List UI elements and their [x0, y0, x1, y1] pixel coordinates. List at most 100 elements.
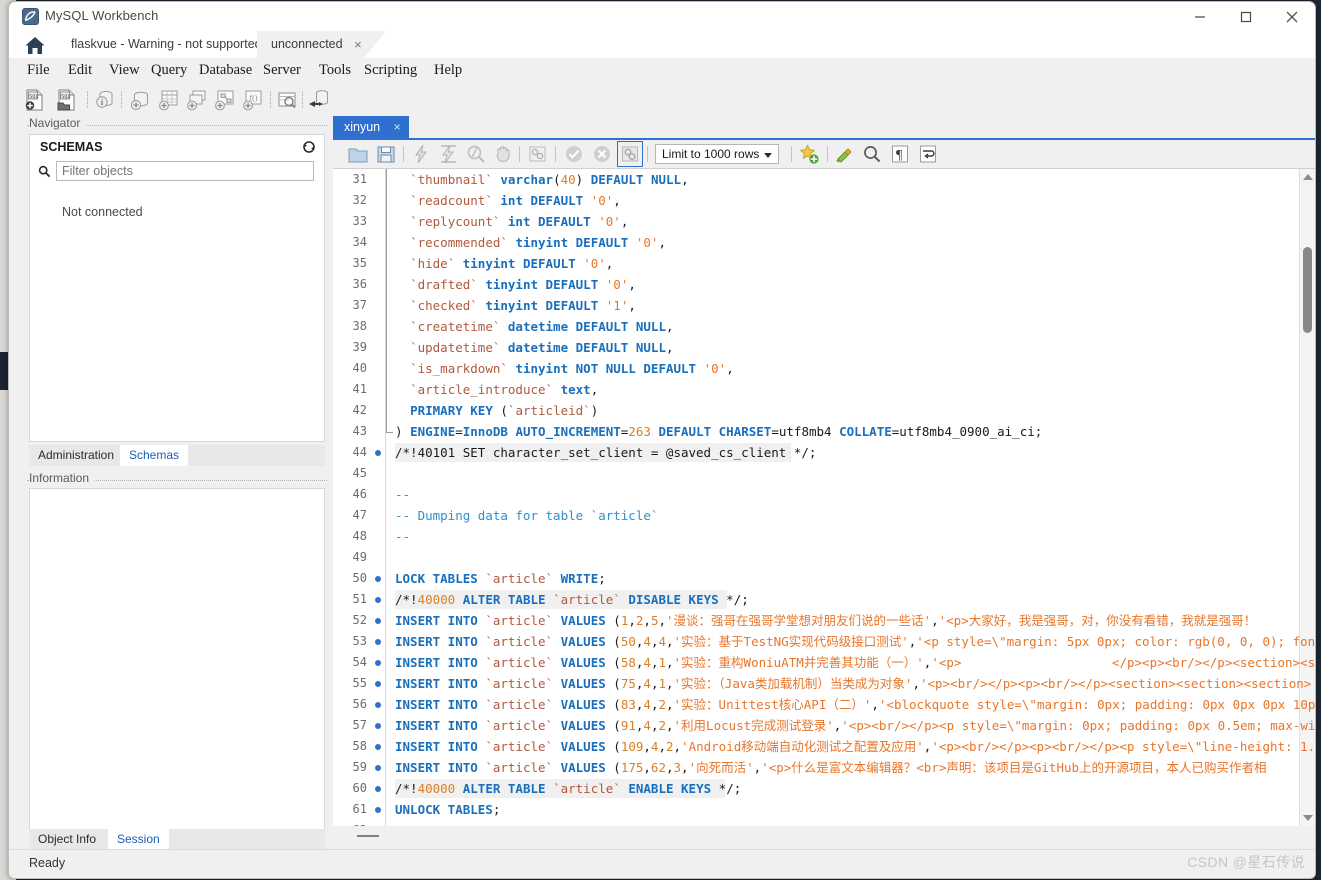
statement-marker-icon[interactable]: [375, 786, 381, 792]
statement-marker-icon[interactable]: [375, 618, 381, 624]
open-file-icon[interactable]: [347, 143, 369, 165]
sql-code-lines[interactable]: 31 `thumbnail` varchar(40) DEFAULT NULL,…: [333, 169, 1315, 826]
code-line[interactable]: 60 /*!40000 ALTER TABLE `article` ENABLE …: [333, 778, 1315, 799]
menu-view[interactable]: View: [103, 58, 146, 83]
code-line[interactable]: 43) ENGINE=InnoDB AUTO_INCREMENT=263 DEF…: [333, 421, 1315, 442]
results-splitter[interactable]: [333, 826, 1315, 850]
rollback-icon[interactable]: [591, 143, 613, 165]
connection-tab-unconnected[interactable]: unconnected ×: [257, 31, 372, 58]
tab-schemas[interactable]: Schemas: [120, 445, 189, 466]
statement-marker-icon[interactable]: [375, 723, 381, 729]
code-line[interactable]: 61 UNLOCK TABLES;: [333, 799, 1315, 820]
maximize-button[interactable]: [1223, 2, 1269, 31]
filter-objects-input[interactable]: [56, 161, 314, 181]
code-line[interactable]: 50 LOCK TABLES `article` WRITE;: [333, 568, 1315, 589]
scrollbar-thumb[interactable]: [1303, 247, 1312, 333]
code-line[interactable]: 47 -- Dumping data for table `article`: [333, 505, 1315, 526]
menu-file[interactable]: File: [21, 58, 56, 83]
commit-icon[interactable]: [563, 143, 585, 165]
tab-session[interactable]: Session: [108, 829, 169, 850]
statement-marker-icon[interactable]: [375, 639, 381, 645]
save-file-icon[interactable]: [375, 143, 397, 165]
code-line[interactable]: 31 `thumbnail` varchar(40) DEFAULT NULL,: [333, 169, 1315, 190]
statement-marker-icon[interactable]: [375, 702, 381, 708]
code-line[interactable]: 58 INSERT INTO `article` VALUES (109,4,2,…: [333, 736, 1315, 757]
statement-marker-icon[interactable]: [375, 807, 381, 813]
open-sql-script-icon[interactable]: SQL: [54, 88, 78, 112]
close-button[interactable]: [1269, 2, 1315, 31]
execute-icon[interactable]: [411, 143, 433, 165]
sql-tab-xinyun[interactable]: xinyun ×: [333, 116, 409, 138]
minimize-button[interactable]: [1177, 2, 1223, 31]
tab-administration[interactable]: Administration: [29, 445, 123, 466]
code-line[interactable]: 48 --: [333, 526, 1315, 547]
menu-query[interactable]: Query: [145, 58, 193, 83]
menu-server[interactable]: Server: [257, 58, 307, 83]
wrap-lines-icon[interactable]: [917, 143, 939, 165]
code-line[interactable]: 34 `recommended` tinyint DEFAULT '0',: [333, 232, 1315, 253]
menu-tools[interactable]: Tools: [313, 58, 357, 83]
explain-icon[interactable]: [465, 143, 487, 165]
code-line[interactable]: 46 --: [333, 484, 1315, 505]
code-line[interactable]: 42 PRIMARY KEY (`articleid`): [333, 400, 1315, 421]
code-line[interactable]: 54 INSERT INTO `article` VALUES (58,4,1,'…: [333, 652, 1315, 673]
code-line[interactable]: 39 `updatetime` datetime DEFAULT NULL,: [333, 337, 1315, 358]
new-sql-tab-icon[interactable]: SQL: [22, 88, 46, 112]
statement-marker-icon[interactable]: [375, 681, 381, 687]
statement-marker-icon[interactable]: [375, 597, 381, 603]
code-line[interactable]: 53 INSERT INTO `article` VALUES (50,4,4,'…: [333, 631, 1315, 652]
code-line[interactable]: 49: [333, 547, 1315, 568]
splitter-grip-icon[interactable]: [357, 835, 379, 840]
code-line[interactable]: 32 `readcount` int DEFAULT '0',: [333, 190, 1315, 211]
code-line[interactable]: 41 `article_introduce` text,: [333, 379, 1315, 400]
home-tab[interactable]: [17, 31, 53, 58]
row-limit-dropdown[interactable]: Limit to 1000 rows: [655, 144, 779, 164]
code-line[interactable]: 33 `replycount` int DEFAULT '0',: [333, 211, 1315, 232]
code-line[interactable]: 59 INSERT INTO `article` VALUES (175,62,3…: [333, 757, 1315, 778]
code-line[interactable]: 45: [333, 463, 1315, 484]
code-line[interactable]: 57 INSERT INTO `article` VALUES (91,4,2,'…: [333, 715, 1315, 736]
close-icon[interactable]: ×: [354, 31, 362, 58]
code-line[interactable]: 51 /*!40000 ALTER TABLE `article` DISABLE…: [333, 589, 1315, 610]
sql-code-pane[interactable]: 31 `thumbnail` varchar(40) DEFAULT NULL,…: [333, 168, 1315, 826]
menu-help[interactable]: Help: [428, 58, 468, 83]
menu-edit[interactable]: Edit: [62, 58, 98, 83]
scroll-up-arrow-icon[interactable]: [1303, 174, 1313, 180]
new-schema-icon[interactable]: [128, 88, 152, 112]
statement-marker-icon[interactable]: [375, 660, 381, 666]
refresh-icon[interactable]: [302, 140, 316, 154]
toggle-autocommit-icon[interactable]: [619, 143, 641, 165]
code-line[interactable]: 38 `createtime` datetime DEFAULT NULL,: [333, 316, 1315, 337]
new-view-icon[interactable]: [184, 88, 208, 112]
statement-marker-icon[interactable]: [375, 576, 381, 582]
beautify-query-icon[interactable]: [834, 143, 856, 165]
scroll-down-arrow-icon[interactable]: [1303, 815, 1313, 821]
inspect-object-icon[interactable]: [275, 88, 299, 112]
code-line[interactable]: 35 `hide` tinyint DEFAULT '0',: [333, 253, 1315, 274]
tab-object-info[interactable]: Object Info: [29, 829, 105, 850]
stop-icon[interactable]: [492, 143, 514, 165]
code-line[interactable]: 56 INSERT INTO `article` VALUES (83,4,2,'…: [333, 694, 1315, 715]
new-table-icon[interactable]: [156, 88, 180, 112]
toggle-invisible-chars-icon[interactable]: ¶: [889, 143, 911, 165]
find-icon[interactable]: [861, 143, 883, 165]
toggle-execution-plan-icon[interactable]: [527, 143, 549, 165]
save-snippet-icon[interactable]: [798, 143, 820, 165]
code-line[interactable]: 52 INSERT INTO `article` VALUES (1,2,5,'漫…: [333, 610, 1315, 631]
code-line[interactable]: 44 /*!40101 SET character_set_client = @s…: [333, 442, 1315, 463]
statement-marker-icon[interactable]: [375, 450, 381, 456]
new-function-icon[interactable]: f(): [240, 88, 264, 112]
statement-marker-icon[interactable]: [375, 765, 381, 771]
code-line[interactable]: 40 `is_markdown` tinyint NOT NULL DEFAUL…: [333, 358, 1315, 379]
new-procedure-icon[interactable]: [212, 88, 236, 112]
code-line[interactable]: 55 INSERT INTO `article` VALUES (75,4,1,'…: [333, 673, 1315, 694]
reconnect-server-icon[interactable]: [307, 88, 331, 112]
code-line[interactable]: 37 `checked` tinyint DEFAULT '1',: [333, 295, 1315, 316]
execute-current-statement-icon[interactable]: [438, 143, 460, 165]
statement-marker-icon[interactable]: [375, 744, 381, 750]
new-connection-icon[interactable]: i: [93, 88, 117, 112]
close-icon[interactable]: ×: [394, 120, 401, 134]
code-line[interactable]: 36 `drafted` tinyint DEFAULT '0',: [333, 274, 1315, 295]
menu-scripting[interactable]: Scripting: [358, 58, 423, 83]
connection-tab-flaskvue[interactable]: flaskvue - Warning - not supported ×: [57, 31, 291, 58]
